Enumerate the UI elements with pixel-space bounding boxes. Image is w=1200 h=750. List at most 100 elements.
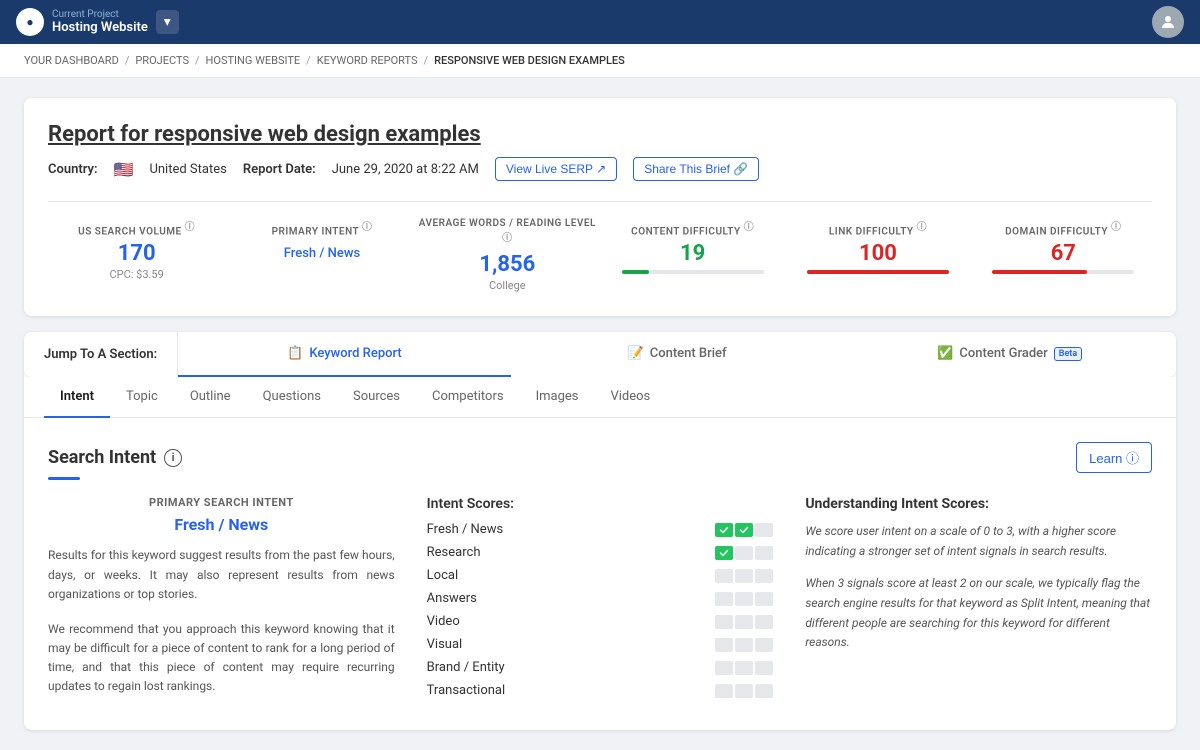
score-block-empty (715, 638, 733, 652)
intent-col-primary: PRIMARY SEARCH INTENT Fresh / News Resul… (48, 496, 395, 706)
country-label: Country: (48, 162, 98, 177)
current-project-label: Current Project (52, 9, 148, 20)
avg-words-sub: College (419, 279, 596, 292)
intent-score-row: Answers (427, 591, 774, 606)
score-block-empty (755, 661, 773, 675)
primary-intent-value[interactable]: Fresh / News (284, 246, 360, 261)
score-block-empty (735, 546, 753, 560)
understanding-text-1: We score user intent on a scale of 0 to … (805, 522, 1152, 562)
score-block-empty (735, 661, 753, 675)
score-block-empty (735, 638, 753, 652)
link-difficulty-info[interactable]: ⓘ (917, 222, 928, 233)
primary-intent-section-value: Fresh / News (48, 515, 395, 534)
primary-intent-label: PRIMARY INTENT ⓘ (233, 218, 410, 237)
score-block-empty (735, 592, 753, 606)
breadcrumb-dashboard[interactable]: YOUR DASHBOARD (24, 54, 119, 67)
content-difficulty-info[interactable]: ⓘ (744, 222, 755, 233)
view-live-serp-button[interactable]: View Live SERP ↗ (495, 157, 617, 181)
avg-words-label: AVERAGE WORDS / READING LEVEL ⓘ (419, 218, 596, 248)
learn-label: Learn ⓘ (1089, 448, 1139, 467)
nav-right (1152, 6, 1184, 38)
nav-left: ● Current Project Hosting Website ▾ (16, 8, 179, 36)
intent-title-underline (48, 477, 80, 480)
intent-score-row: Video (427, 614, 774, 629)
score-block-filled (715, 523, 733, 537)
intent-score-row: Fresh / News (427, 522, 774, 537)
score-blocks (715, 592, 773, 606)
stat-primary-intent: PRIMARY INTENT ⓘ Fresh / News (233, 218, 410, 292)
sub-tab-questions[interactable]: Questions (247, 377, 337, 418)
link-difficulty-progress-fill (807, 270, 949, 274)
domain-difficulty-value: 67 (975, 241, 1152, 266)
stat-domain-difficulty: DOMAIN DIFFICULTY ⓘ 67 (975, 218, 1152, 292)
sub-tab-topic[interactable]: Topic (110, 377, 174, 418)
project-dropdown-button[interactable]: ▾ (156, 10, 179, 34)
content-difficulty-progress (622, 270, 764, 274)
breadcrumb-keyword-reports[interactable]: KEYWORD REPORTS (317, 54, 418, 67)
score-block-empty (755, 569, 773, 583)
content-grader-icon: ✅ (937, 346, 953, 361)
intent-score-name: Visual (427, 637, 527, 652)
share-this-brief-button[interactable]: Share This Brief 🔗 (633, 157, 759, 181)
learn-button[interactable]: Learn ⓘ (1076, 442, 1152, 473)
intent-score-row: Research (427, 545, 774, 560)
score-block-empty (715, 569, 733, 583)
score-block-filled (715, 546, 733, 560)
domain-difficulty-progress (992, 270, 1134, 274)
intent-title-text: Search Intent (48, 447, 156, 468)
breadcrumb-sep-3: / (306, 54, 311, 67)
stat-avg-words: AVERAGE WORDS / READING LEVEL ⓘ 1,856 Co… (419, 218, 596, 292)
score-block-empty (715, 684, 733, 698)
intent-score-row: Brand / Entity (427, 660, 774, 675)
intent-score-name: Local (427, 568, 527, 583)
intent-header: Search Intent i Learn ⓘ (48, 442, 1152, 473)
beta-badge: Beta (1054, 347, 1082, 361)
tab-keyword-report[interactable]: 📋 Keyword Report (178, 332, 511, 377)
project-icon: ● (16, 8, 44, 36)
stat-content-difficulty: CONTENT DIFFICULTY ⓘ 19 (604, 218, 781, 292)
domain-difficulty-progress-fill (992, 270, 1087, 274)
sub-tab-videos[interactable]: Videos (594, 377, 666, 418)
breadcrumb-projects[interactable]: PROJECTS (135, 54, 189, 67)
sub-tab-sources[interactable]: Sources (337, 377, 416, 418)
project-info: Current Project Hosting Website (52, 9, 148, 35)
intent-score-name: Fresh / News (427, 522, 527, 537)
score-block-empty (735, 569, 753, 583)
intent-score-name: Transactional (427, 683, 527, 698)
main-content: Report for responsive web design example… (0, 78, 1200, 750)
chevron-down-icon: ▾ (164, 14, 171, 30)
score-blocks (715, 523, 773, 537)
content-brief-label: Content Brief (650, 346, 727, 361)
user-avatar[interactable] (1152, 6, 1184, 38)
understanding-text-2: When 3 signals score at least 2 on our s… (805, 574, 1152, 653)
breadcrumb: YOUR DASHBOARD / PROJECTS / HOSTING WEBS… (0, 44, 1200, 78)
search-volume-label: US SEARCH VOLUME ⓘ (48, 218, 225, 237)
outer-wrap: Jump To A Section: 📋 Keyword Report 📝 Co… (24, 332, 1176, 730)
avg-words-info[interactable]: ⓘ (502, 233, 513, 244)
tab-content-grader[interactable]: ✅ Content Grader Beta (843, 332, 1176, 377)
jump-to-section-label: Jump To A Section: (24, 332, 178, 377)
sub-tab-outline[interactable]: Outline (174, 377, 247, 418)
intent-scores-title: Intent Scores: (427, 496, 774, 512)
intent-info-icon[interactable]: i (164, 449, 182, 467)
search-volume-value: 170 (48, 241, 225, 266)
sub-tab-intent[interactable]: Intent (44, 377, 110, 418)
sub-tab-competitors[interactable]: Competitors (416, 377, 520, 418)
intent-title: Search Intent i (48, 447, 182, 468)
score-block-filled (735, 523, 753, 537)
search-volume-info[interactable]: ⓘ (185, 222, 196, 233)
stat-search-volume: US SEARCH VOLUME ⓘ 170 CPC: $3.59 (48, 218, 225, 292)
score-blocks (715, 684, 773, 698)
sub-tab-images[interactable]: Images (520, 377, 595, 418)
score-block-empty (755, 615, 773, 629)
avg-words-value: 1,856 (419, 252, 596, 277)
score-block-empty (755, 592, 773, 606)
primary-intent-info[interactable]: ⓘ (362, 222, 373, 233)
score-blocks (715, 546, 773, 560)
content-difficulty-progress-fill (622, 270, 649, 274)
domain-difficulty-info[interactable]: ⓘ (1111, 222, 1122, 233)
tab-content-brief[interactable]: 📝 Content Brief (511, 332, 844, 377)
search-volume-cpc: CPC: $3.59 (48, 268, 225, 281)
section-nav: Jump To A Section: 📋 Keyword Report 📝 Co… (24, 332, 1176, 377)
breadcrumb-hosting[interactable]: HOSTING WEBSITE (206, 54, 301, 67)
